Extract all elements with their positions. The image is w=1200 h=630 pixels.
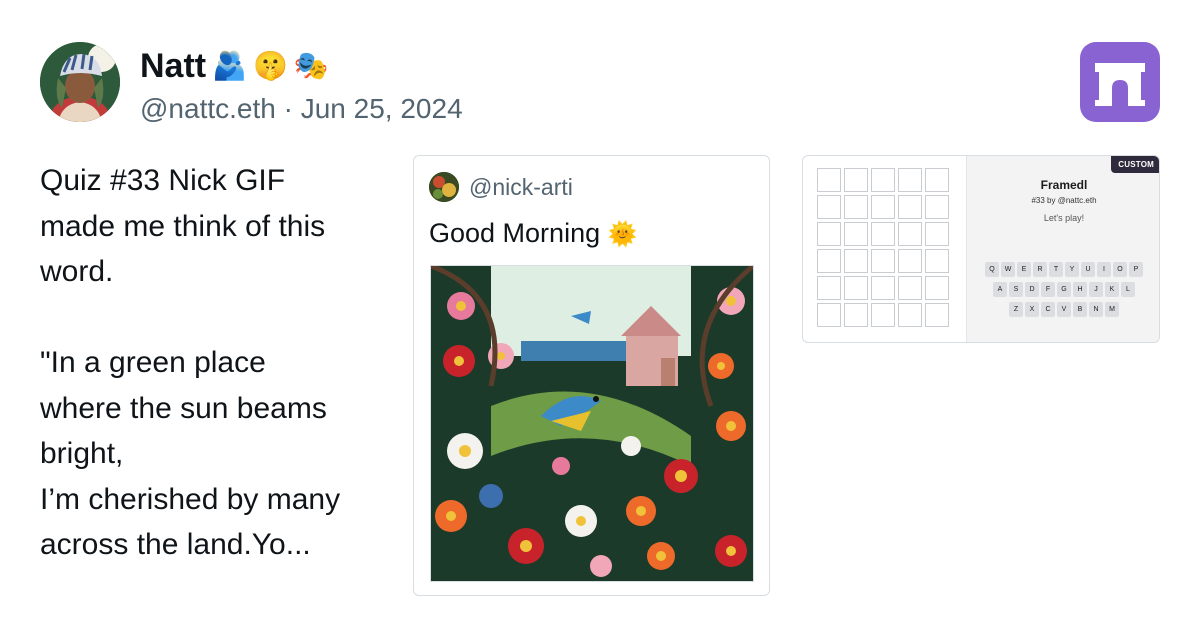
keyboard-key[interactable]: R [1033, 262, 1047, 277]
grid-cell [871, 222, 895, 246]
grid-cell [925, 168, 949, 192]
quoted-author-avatar[interactable] [429, 172, 459, 202]
quoted-cast-header: @nick-arti [429, 172, 573, 202]
grid-cell [871, 249, 895, 273]
keyboard-key[interactable]: Y [1065, 262, 1079, 277]
sun-emoji-icon: 🌞 [607, 220, 638, 248]
grid-cell [898, 276, 922, 300]
post-text-line: I’m cherished by many [40, 482, 341, 516]
embroidered-garden-image[interactable] [430, 265, 754, 582]
keyboard-key[interactable]: F [1041, 282, 1055, 297]
meta-separator: · [283, 93, 293, 124]
grid-cell [844, 303, 868, 327]
grid-cell [817, 195, 841, 219]
keyboard-key[interactable]: A [993, 282, 1007, 297]
grid-cell [817, 168, 841, 192]
keyboard-key[interactable]: K [1105, 282, 1119, 297]
farcaster-arch-icon[interactable] [1080, 42, 1160, 122]
frame-info-panel: CUSTOM Framedl #33 by @nattc.eth Let's p… [966, 156, 1159, 342]
grid-cell [817, 276, 841, 300]
grid-cell [844, 276, 868, 300]
author-name[interactable]: Natt [140, 46, 206, 86]
theater-masks-emoji-icon: 🎭 [293, 49, 329, 82]
keyboard-key[interactable]: S [1009, 282, 1023, 297]
post-text: Quiz #33 Nick GIF made me think of this … [40, 158, 395, 568]
keyboard-key[interactable]: U [1081, 262, 1095, 277]
grid-cell [925, 222, 949, 246]
grid-cell [817, 249, 841, 273]
grid-cell [898, 303, 922, 327]
keyboard-key[interactable]: V [1057, 302, 1071, 317]
frame-title: Framedl [1040, 178, 1088, 192]
grid-cell [871, 303, 895, 327]
grid-cell [898, 249, 922, 273]
shush-emoji-icon: 🤫 [252, 49, 288, 82]
keyboard-key[interactable]: D [1025, 282, 1039, 297]
post-text-line: Quiz #33 Nick GIF [40, 164, 286, 197]
keyboard-key[interactable]: Q [985, 262, 999, 277]
keyboard-key[interactable]: W [1001, 262, 1015, 277]
keyboard-key[interactable]: M [1105, 302, 1119, 317]
keyboard-key[interactable]: C [1041, 302, 1055, 317]
keyboard-key[interactable]: T [1049, 262, 1063, 277]
keyboard-key[interactable]: X [1025, 302, 1039, 317]
letter-grid [817, 168, 949, 327]
custom-badge: CUSTOM [1111, 156, 1159, 173]
grid-cell [898, 195, 922, 219]
post-text-line: word. [40, 255, 114, 288]
post-text-line: where the sun beams [40, 391, 327, 425]
keyboard-key[interactable]: L [1121, 282, 1135, 297]
quoted-cast-text: Good Morning 🌞 [429, 218, 638, 249]
keyboard-row: QWERTYUIOP [967, 262, 1159, 277]
post-text-line: "In a green place [40, 346, 266, 379]
framedl-frame-card[interactable]: CUSTOM Framedl #33 by @nattc.eth Let's p… [802, 155, 1160, 343]
grid-cell [871, 276, 895, 300]
grid-cell [925, 195, 949, 219]
author-avatar[interactable] [40, 42, 120, 122]
post-text-line: across the land.Yo... [40, 528, 311, 561]
grid-cell [898, 168, 922, 192]
post-date[interactable]: Jun 25, 2024 [301, 93, 463, 124]
grid-cell [817, 222, 841, 246]
keyboard-key[interactable]: I [1097, 262, 1111, 277]
post-text-line: made me think of this [40, 209, 326, 243]
grid-cell [898, 222, 922, 246]
keyboard-key[interactable]: O [1113, 262, 1127, 277]
grid-cell [844, 195, 868, 219]
keyboard-key[interactable]: E [1017, 262, 1031, 277]
keyboard-key[interactable]: P [1129, 262, 1143, 277]
frame-prompt: Let's play! [1043, 213, 1085, 223]
keyboard-key[interactable]: Z [1009, 302, 1023, 317]
quoted-author-handle[interactable]: @nick-arti [469, 174, 573, 201]
keyboard-key[interactable]: N [1089, 302, 1103, 317]
keyboard-key[interactable]: H [1073, 282, 1087, 297]
post-text-line: bright, [40, 437, 124, 470]
hug-emoji-icon: 🫂 [212, 49, 247, 82]
grid-cell [844, 168, 868, 192]
keyboard-row: ASDFGHJKL [967, 282, 1159, 297]
grid-cell [844, 222, 868, 246]
frame-subtitle: #33 by @nattc.eth [1031, 196, 1097, 205]
keyboard-key[interactable]: J [1089, 282, 1103, 297]
quoted-cast-card[interactable]: @nick-arti Good Morning 🌞 [413, 155, 770, 596]
grid-cell [925, 303, 949, 327]
grid-cell [871, 195, 895, 219]
grid-cell [871, 168, 895, 192]
grid-cell [925, 249, 949, 273]
keyboard-key[interactable]: B [1073, 302, 1087, 317]
grid-cell [925, 276, 949, 300]
author-handle[interactable]: @nattc.eth [140, 93, 276, 124]
grid-cell [844, 249, 868, 273]
keyboard-row: ZXCVBNM [967, 302, 1159, 317]
quoted-text-label: Good Morning [429, 218, 601, 248]
grid-cell [817, 303, 841, 327]
author-meta: @nattc.eth · Jun 25, 2024 [140, 92, 463, 126]
author-name-row: Natt 🫂 🤫 🎭 [140, 46, 329, 86]
keyboard-key[interactable]: G [1057, 282, 1071, 297]
